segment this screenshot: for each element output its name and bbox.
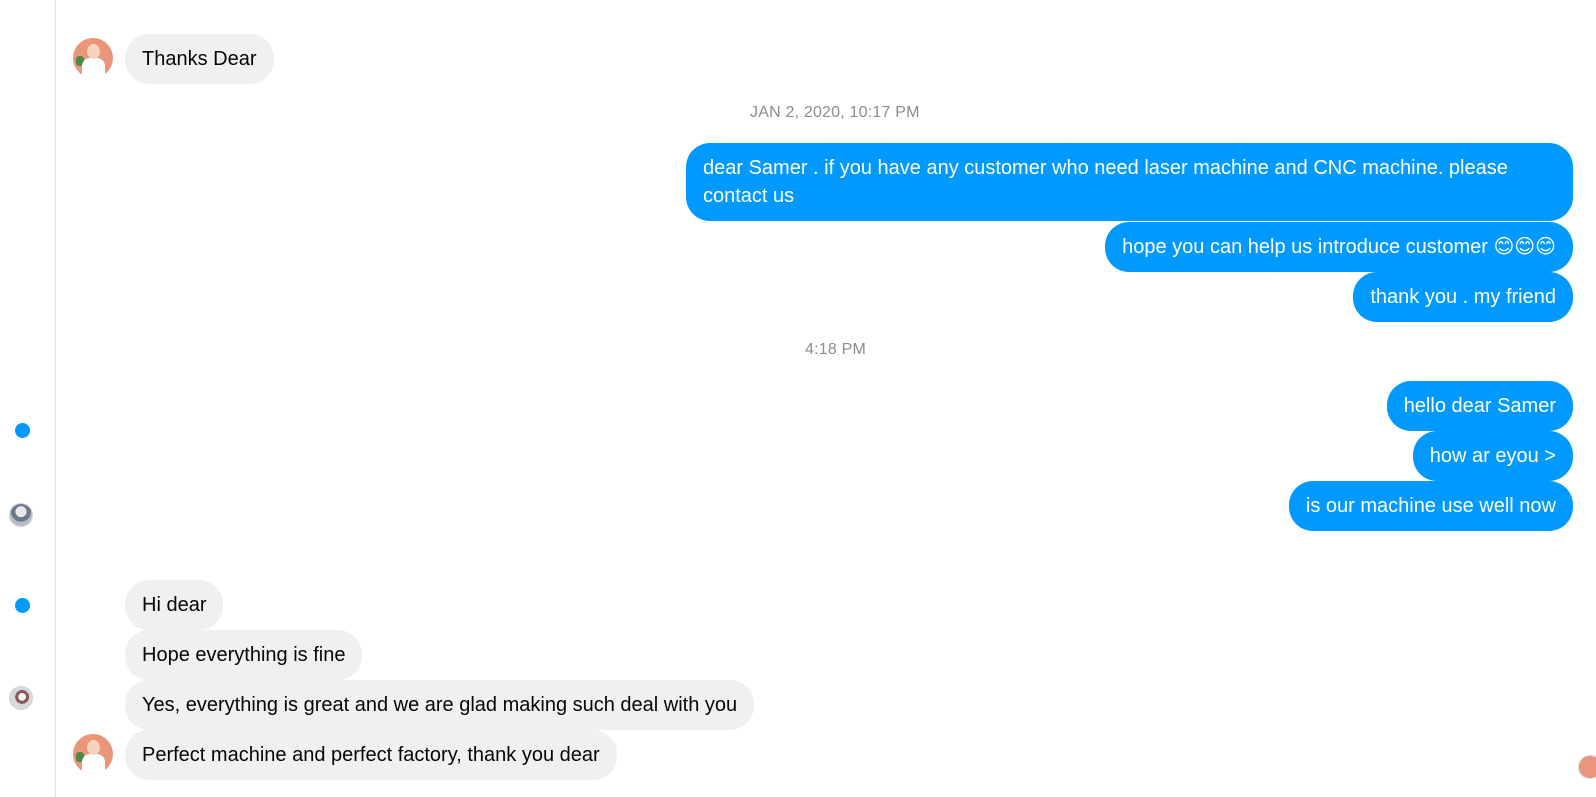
unread-indicator — [15, 598, 30, 613]
conversation-sidebar — [0, 0, 56, 797]
message-thread[interactable]: Thanks Dear JAN 2, 2020, 10:17 PM dear S… — [56, 0, 1596, 797]
conversation-avatar[interactable] — [9, 686, 33, 710]
conversation-avatar[interactable] — [9, 503, 33, 527]
incoming-message[interactable]: Hi dear — [125, 580, 224, 630]
outgoing-message[interactable]: hope you can help us introduce customer … — [1105, 222, 1573, 272]
contact-avatar[interactable] — [73, 38, 113, 78]
seen-receipt-avatar — [1578, 755, 1596, 779]
outgoing-message[interactable]: thank you . my friend — [1353, 272, 1573, 322]
message-timestamp: JAN 2, 2020, 10:17 PM — [750, 104, 920, 121]
incoming-message[interactable]: Hope everything is fine — [125, 630, 363, 680]
incoming-message[interactable]: Yes, everything is great and we are glad… — [125, 680, 755, 730]
incoming-message[interactable]: Thanks Dear — [125, 34, 274, 84]
unread-indicator — [15, 423, 30, 438]
outgoing-message[interactable]: dear Samer . if you have any customer wh… — [686, 143, 1573, 221]
message-timestamp: 4:18 PM — [805, 341, 866, 358]
outgoing-message[interactable]: how ar eyou > — [1412, 431, 1573, 481]
outgoing-message[interactable]: hello dear Samer — [1386, 381, 1573, 431]
outgoing-message[interactable]: is our machine use well now — [1288, 481, 1573, 531]
contact-avatar[interactable] — [73, 734, 113, 774]
incoming-message[interactable]: Perfect machine and perfect factory, tha… — [125, 730, 617, 780]
